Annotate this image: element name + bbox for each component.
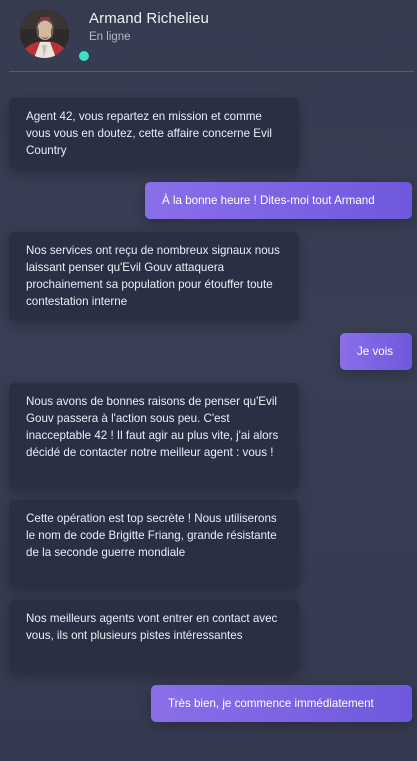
contact-status: En ligne [89,31,131,43]
message-outgoing: Je vois [340,333,412,370]
portrait-avatar-icon [20,9,69,58]
header-divider [9,71,414,72]
online-status-dot [78,50,90,62]
message-incoming: Nos services ont reçu de nombreux signau… [9,232,299,321]
contact-avatar[interactable] [20,9,90,62]
chat-header: Armand Richelieu En ligne [0,0,417,72]
contact-name: Armand Richelieu [89,10,209,27]
message-incoming: Nous avons de bonnes raisons de penser q… [9,383,299,489]
message-outgoing: Très bien, je commence immédiatement [151,685,412,722]
message-outgoing: À la bonne heure ! Dites-moi tout Armand [145,182,412,219]
message-incoming: Agent 42, vous repartez en mission et co… [9,98,299,169]
message-incoming: Cette opération est top secrète ! Nous u… [9,500,299,588]
message-incoming: Nos meilleurs agents vont entrer en cont… [9,600,299,672]
